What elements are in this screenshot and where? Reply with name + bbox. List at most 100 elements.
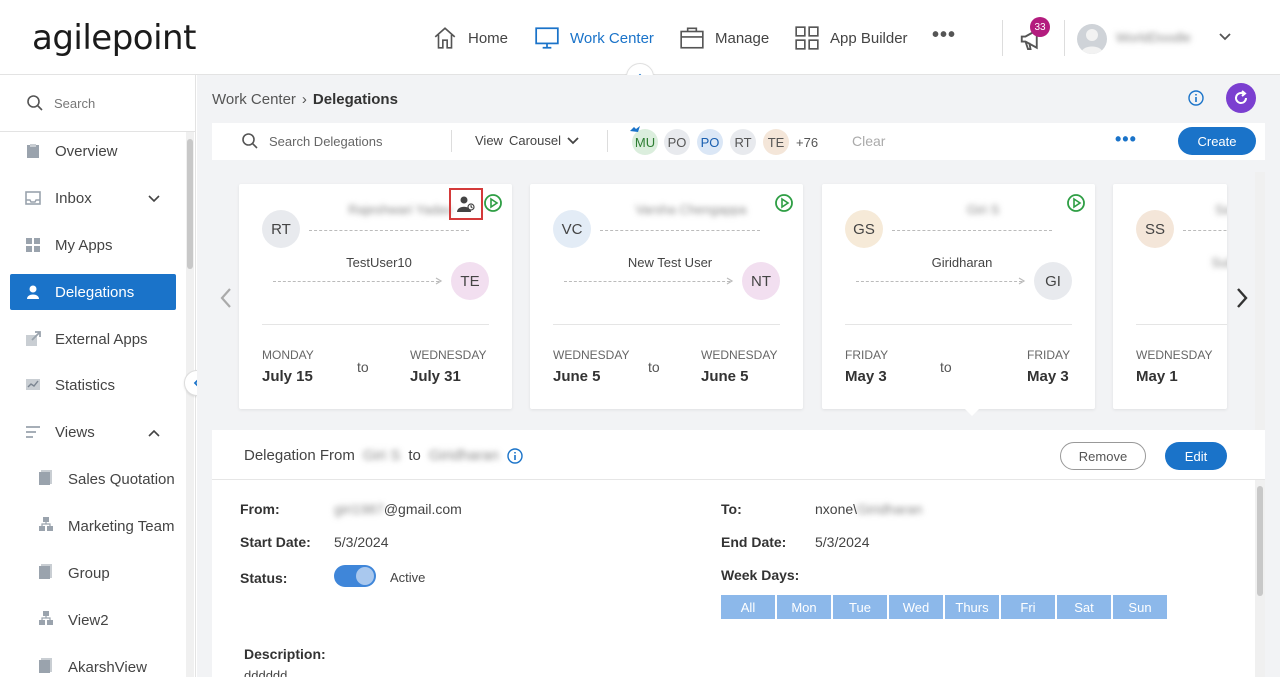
chevron-up-icon[interactable]: [148, 427, 160, 439]
remove-button[interactable]: Remove: [1060, 442, 1146, 470]
delegation-card[interactable]: VC Varsha Chengappa New Test User NT WED…: [530, 184, 803, 409]
chevron-down-icon: [567, 136, 579, 144]
user-chip[interactable]: PO: [697, 129, 723, 155]
user-chip[interactable]: PO: [664, 129, 690, 155]
delegation-card[interactable]: SS Sa Sub WEDNESDAY May 1: [1113, 184, 1227, 409]
to-value: nxone\Giridharan: [815, 501, 922, 517]
nav-app-builder[interactable]: App Builder: [794, 24, 908, 52]
delegation-detail-panel: Delegation From Giri S to Giridharan Rem…: [212, 430, 1265, 677]
user-avatar[interactable]: [1077, 24, 1107, 54]
breadcrumb-separator: ›: [301, 91, 307, 108]
sidebar-view-label: View2: [68, 611, 109, 629]
user-name[interactable]: WorldDoodle: [1116, 30, 1191, 45]
apps-grid-icon: [24, 237, 41, 254]
nav-home[interactable]: Home: [432, 24, 508, 52]
from-user-name: Varsha Chengappa: [635, 202, 747, 217]
breadcrumb-parent[interactable]: Work Center: [212, 91, 296, 108]
delegation-card[interactable]: RT Rajeshwari Yadav TestUser10 TE MONDAY…: [239, 184, 512, 409]
info-icon[interactable]: [1188, 90, 1204, 106]
start-day: MONDAY: [262, 348, 314, 362]
user-chip[interactable]: TE: [763, 129, 789, 155]
grid-icon: [795, 26, 819, 50]
connector-line: [564, 281, 730, 282]
description-label: Description:: [244, 646, 326, 662]
weekday-mon[interactable]: Mon: [777, 595, 831, 619]
sidebar-view-group[interactable]: Group: [38, 555, 188, 591]
delegations-toolbar: Search Delegations View Carousel MU PO P…: [212, 123, 1265, 160]
sidebar-item-overview[interactable]: Overview: [10, 133, 176, 169]
sidebar-search[interactable]: Search: [0, 75, 196, 132]
weekday-wed[interactable]: Wed: [889, 595, 943, 619]
more-options-icon[interactable]: •••: [1115, 129, 1137, 150]
connector-line: [309, 230, 469, 231]
carousel-scrollbar[interactable]: [1255, 172, 1265, 430]
nav-work-center[interactable]: Work Center: [534, 24, 654, 52]
sidebar-view-akarshview[interactable]: AkarshView: [38, 649, 188, 685]
list-icon: [24, 424, 41, 441]
delegation-carousel: RT Rajeshwari Yadav TestUser10 TE MONDAY…: [212, 172, 1265, 430]
chevron-left-icon[interactable]: [218, 287, 234, 309]
status-toggle-knob[interactable]: [356, 567, 374, 585]
chevron-right-icon[interactable]: [1234, 287, 1250, 309]
view-selector[interactable]: View Carousel: [475, 133, 579, 148]
to-word: to: [648, 359, 660, 375]
divider: [845, 324, 1072, 325]
sidebar-item-label: Statistics: [55, 376, 116, 394]
notification-badge: 33: [1030, 17, 1050, 37]
sidebar-item-delegations[interactable]: Delegations: [10, 274, 176, 310]
sidebar-view-label: AkarshView: [68, 658, 147, 676]
agilepoint-logo[interactable]: agilepoint: [32, 18, 196, 58]
create-button[interactable]: Create: [1178, 127, 1256, 155]
status-label: Status:: [240, 570, 288, 586]
to-user-name: Giridharan: [931, 255, 993, 270]
refresh-button[interactable]: [1226, 83, 1256, 113]
user-silhouette-icon: [1081, 29, 1103, 54]
sidebar-view-marketing-team[interactable]: Marketing Team: [38, 508, 188, 544]
clear-filter-link[interactable]: Clear: [852, 133, 885, 149]
connector-line: [892, 230, 1052, 231]
sidebar-item-label: External Apps: [55, 330, 148, 348]
more-users-count[interactable]: +76: [796, 135, 818, 150]
edit-button[interactable]: Edit: [1165, 442, 1227, 470]
detail-title: Delegation From Giri S to Giridharan: [244, 447, 523, 464]
weekday-sun[interactable]: Sun: [1113, 595, 1167, 619]
play-circle-icon[interactable]: [774, 193, 794, 213]
hierarchy-icon: [38, 610, 54, 630]
to-avatar: GI: [1034, 262, 1072, 300]
sidebar-item-statistics[interactable]: Statistics: [10, 367, 176, 403]
from-domain: @gmail.com: [383, 501, 462, 517]
info-icon[interactable]: [507, 447, 523, 464]
start-date: June 5: [553, 368, 601, 385]
play-circle-icon[interactable]: [1066, 193, 1086, 213]
week-days-label: Week Days:: [721, 567, 800, 583]
end-date-value: 5/3/2024: [815, 534, 870, 550]
delegation-card-selected[interactable]: GS Giri S Giridharan GI FRIDAY May 3 to …: [822, 184, 1095, 409]
user-chip[interactable]: RT: [730, 129, 756, 155]
weekday-fri[interactable]: Fri: [1001, 595, 1055, 619]
weekday-tue[interactable]: Tue: [833, 595, 887, 619]
monitor-icon: [535, 27, 559, 49]
sidebar-item-label: Delegations: [55, 283, 135, 301]
nav-manage[interactable]: Manage: [679, 24, 769, 52]
highlighted-delegate-icon[interactable]: [449, 188, 483, 220]
sidebar-view-view2[interactable]: View2: [38, 602, 188, 638]
connector-line: [600, 230, 760, 231]
sidebar-item-my-apps[interactable]: My Apps: [10, 227, 176, 263]
sidebar-scroll-thumb[interactable]: [187, 139, 193, 269]
chevron-down-icon[interactable]: [148, 193, 160, 205]
divider: [607, 130, 608, 152]
sidebar-view-sales-quotation[interactable]: Sales Quotation: [38, 461, 188, 497]
play-circle-icon[interactable]: [483, 193, 503, 213]
detail-scroll-thumb[interactable]: [1257, 486, 1263, 596]
arrow-right-icon: [435, 277, 443, 285]
start-date-value: 5/3/2024: [334, 534, 389, 550]
weekday-sat[interactable]: Sat: [1057, 595, 1111, 619]
search-delegations-input[interactable]: Search Delegations: [241, 132, 382, 150]
nav-app-builder-label: App Builder: [830, 29, 908, 47]
weekday-all[interactable]: All: [721, 595, 775, 619]
search-icon: [242, 133, 258, 149]
more-menu-icon[interactable]: •••: [932, 24, 956, 47]
weekday-thurs[interactable]: Thurs: [945, 595, 999, 619]
chevron-down-icon[interactable]: [1218, 30, 1232, 44]
sidebar-item-external-apps[interactable]: External Apps: [10, 321, 176, 357]
